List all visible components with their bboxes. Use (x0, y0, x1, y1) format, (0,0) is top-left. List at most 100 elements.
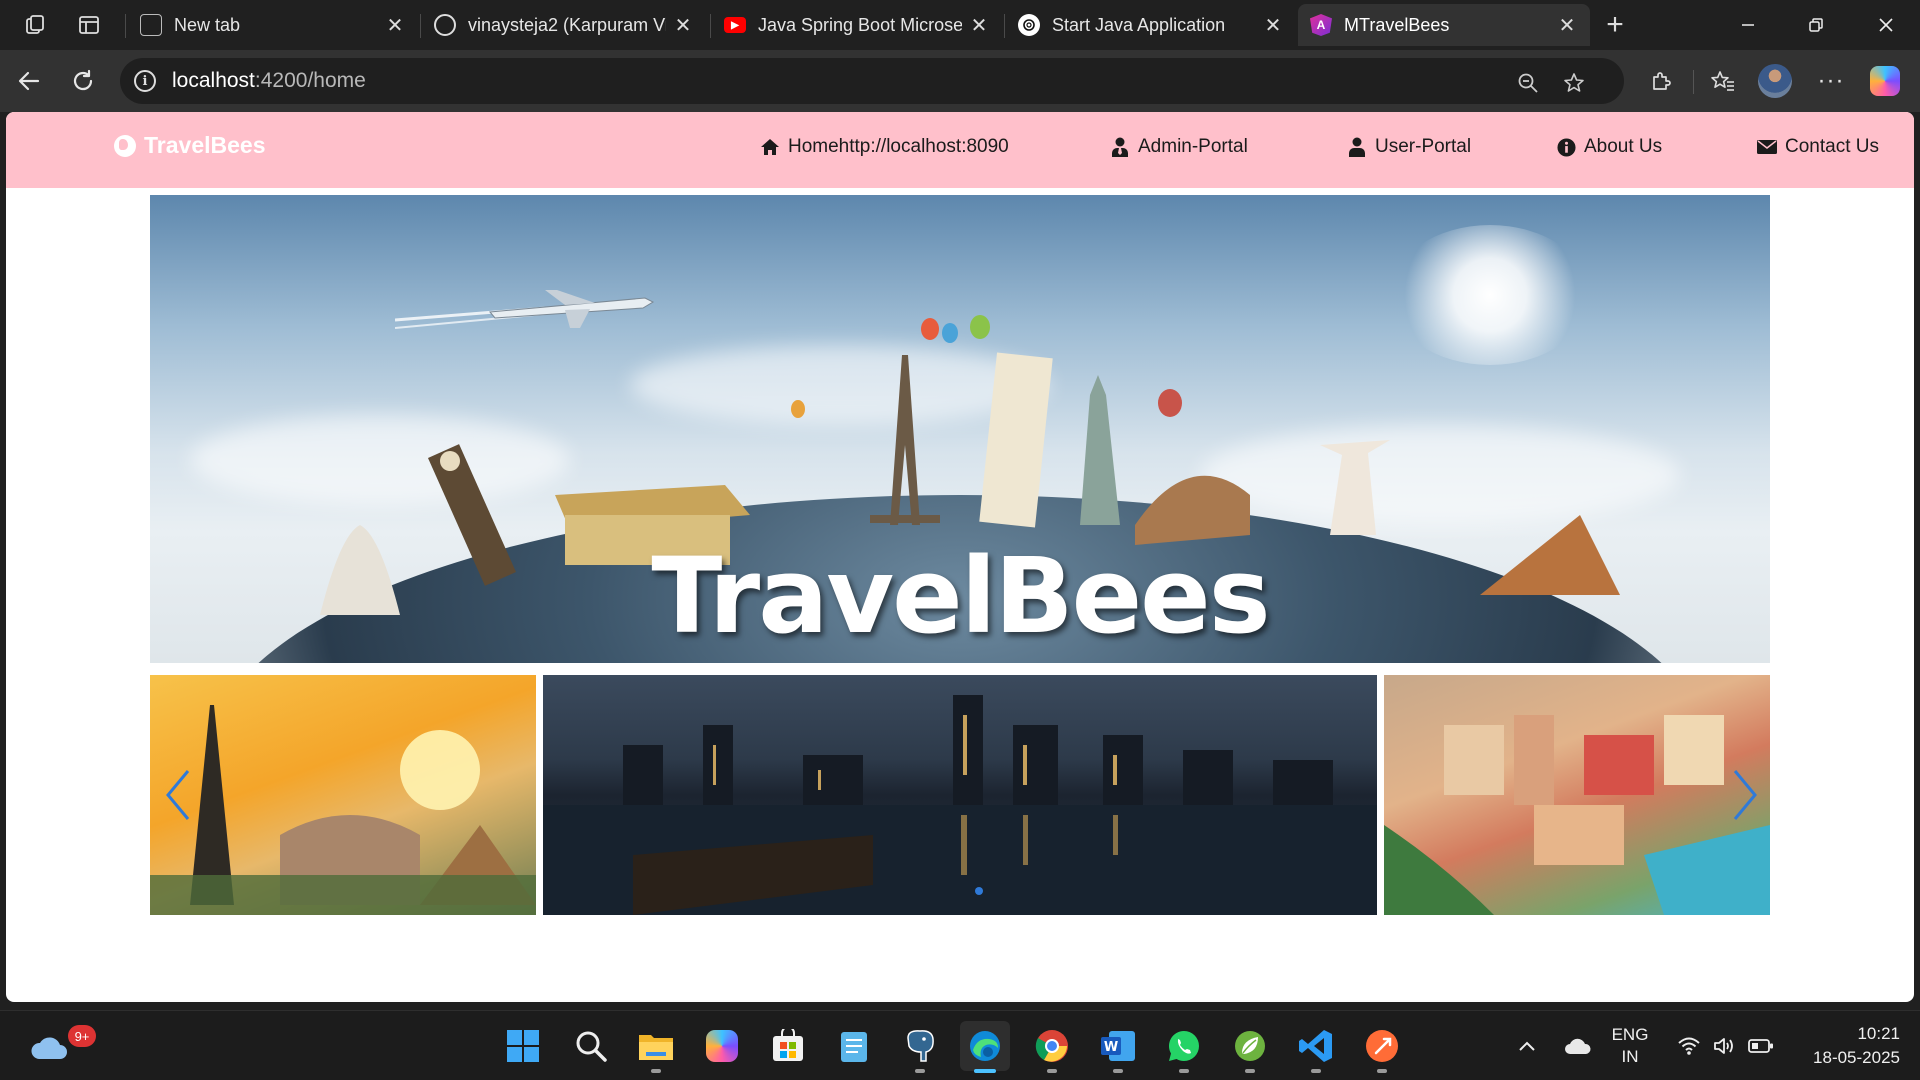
notepad-icon (841, 1032, 867, 1062)
language-region: IN (1621, 1047, 1639, 1066)
app-navbar: TravelBees Homehttp://localhost:8090 Adm… (6, 112, 1914, 188)
svg-text:W: W (1104, 1040, 1118, 1055)
postman-icon (1366, 1030, 1398, 1062)
brand-link[interactable]: TravelBees (114, 132, 265, 159)
tab-new-tab[interactable]: New tab ✕ (128, 4, 418, 46)
restore-button[interactable] (1788, 6, 1844, 44)
vscode-button[interactable] (1291, 1021, 1341, 1073)
tab-mtravelbees[interactable]: A MTravelBees ✕ (1298, 4, 1590, 46)
clock-date: 18-05-2025 (1813, 1048, 1900, 1067)
postgresql-elephant-icon (907, 1030, 934, 1062)
spring-tools-button[interactable] (1225, 1021, 1275, 1073)
tab-chatgpt[interactable]: Start Java Application ✕ (1006, 4, 1296, 46)
nav-admin-portal[interactable]: Admin-Portal (1110, 136, 1248, 158)
tab-close-icon[interactable]: ✕ (672, 13, 694, 38)
address-bar[interactable]: i localhost:4200/home (120, 58, 1624, 104)
carousel-indicator[interactable] (975, 887, 983, 895)
folder-icon (639, 1035, 673, 1060)
tab-title: New tab (174, 14, 241, 35)
tab-close-icon[interactable]: ✕ (384, 13, 406, 38)
url-text[interactable]: localhost:4200/home (172, 69, 366, 93)
browser-tab-strip: New tab ✕ vinaysteja2 (Karpuram Vi ✕ ▶ J… (0, 0, 1920, 50)
zoom-icon[interactable] (1514, 69, 1542, 97)
word-button[interactable]: W (1093, 1021, 1143, 1073)
favorite-star-icon[interactable] (1560, 69, 1588, 97)
vscode-icon (1299, 1030, 1332, 1062)
minimize-button[interactable] (1720, 6, 1776, 44)
carousel-prev-button[interactable] (158, 765, 198, 825)
profile-avatar[interactable] (1756, 62, 1794, 100)
nav-user-portal[interactable]: User-Portal (1347, 136, 1471, 158)
tab-title: vinaysteja2 (Karpuram Vi (468, 14, 666, 35)
weather-widget[interactable]: 9+ (24, 1021, 96, 1071)
extensions-icon[interactable] (1642, 62, 1680, 100)
workspaces-icon[interactable] (18, 8, 52, 42)
tab-github[interactable]: vinaysteja2 (Karpuram Vi ✕ (422, 4, 706, 46)
word-icon: W (1101, 1031, 1135, 1061)
angular-icon: A (1310, 14, 1332, 36)
more-options-icon[interactable]: ··· (1812, 62, 1850, 100)
chevron-up-icon (1519, 1041, 1535, 1051)
back-button[interactable] (10, 62, 48, 100)
search-button[interactable] (566, 1021, 616, 1071)
tab-close-icon[interactable]: ✕ (1262, 13, 1284, 38)
chatgpt-icon (1018, 14, 1040, 36)
notepad-button[interactable] (829, 1021, 879, 1071)
close-window-button[interactable] (1858, 6, 1914, 44)
store-icon (773, 1029, 803, 1061)
battery-icon[interactable] (1744, 1011, 1778, 1080)
nav-about-us[interactable]: About Us (1556, 136, 1662, 158)
carousel-slide-skyline (543, 675, 1377, 915)
onedrive-icon[interactable] (1558, 1011, 1598, 1080)
nav-home[interactable]: Homehttp://localhost:8090 (760, 136, 1009, 158)
user-tie-icon (1110, 137, 1130, 157)
tab-youtube[interactable]: ▶ Java Spring Boot Microse ✕ (712, 4, 1002, 46)
landmarks-sunset-image (150, 705, 536, 915)
city-skyline-image (543, 695, 1377, 915)
image-carousel (150, 675, 1770, 915)
nav-user-label: User-Portal (1375, 136, 1472, 157)
clock[interactable]: 10:21 18-05-2025 (1790, 1011, 1900, 1080)
tab-title: Java Spring Boot Microse (758, 14, 962, 35)
volume-icon[interactable] (1708, 1011, 1742, 1080)
windows-taskbar: 9+ W ENG IN 10:21 18-05-2025 (0, 1010, 1920, 1080)
vertical-tabs-icon[interactable] (72, 8, 106, 42)
clock-time: 10:21 (1857, 1024, 1900, 1043)
file-explorer-button[interactable] (631, 1021, 681, 1073)
edge-icon (970, 1031, 1000, 1061)
edge-button[interactable] (960, 1021, 1010, 1073)
whatsapp-button[interactable] (1159, 1021, 1209, 1073)
site-info-icon[interactable]: i (134, 70, 156, 92)
youtube-icon: ▶ (724, 17, 746, 33)
browser-toolbar: i localhost:4200/home ··· (0, 50, 1920, 112)
wifi-icon[interactable] (1672, 1011, 1706, 1080)
favorites-icon[interactable] (1704, 62, 1742, 100)
chrome-button[interactable] (1027, 1021, 1077, 1073)
tab-close-icon[interactable]: ✕ (1556, 13, 1578, 38)
show-hidden-icons-button[interactable] (1510, 1011, 1544, 1080)
nav-home-label: Homehttp://localhost:8090 (788, 136, 1009, 157)
language-indicator[interactable]: ENG IN (1606, 1011, 1654, 1080)
copilot-icon[interactable] (1866, 62, 1904, 100)
copilot-app-button[interactable] (697, 1021, 747, 1071)
carousel-next-button[interactable] (1725, 765, 1765, 825)
postgresql-button[interactable] (895, 1021, 945, 1073)
nav-about-label: About Us (1584, 136, 1663, 157)
start-button[interactable] (498, 1021, 548, 1071)
copilot-app-icon (706, 1030, 738, 1062)
github-icon (434, 14, 456, 36)
refresh-button[interactable] (64, 62, 102, 100)
nav-contact-us[interactable]: Contact Us (1757, 136, 1879, 158)
page-viewport: TravelBees Homehttp://localhost:8090 Adm… (6, 112, 1914, 1002)
weather-cloud-icon (31, 1037, 67, 1059)
postman-button[interactable] (1357, 1021, 1407, 1073)
carousel-slide-village (1384, 675, 1770, 915)
new-tab-button[interactable]: + (1598, 8, 1632, 42)
tab-close-icon[interactable]: ✕ (968, 13, 990, 38)
brand-name: TravelBees (144, 132, 266, 158)
tab-title: Start Java Application (1052, 14, 1226, 35)
microsoft-store-button[interactable] (763, 1021, 813, 1071)
info-circle-icon (1556, 137, 1576, 157)
hero-title: TravelBees (651, 535, 1270, 657)
chrome-icon (1035, 1030, 1068, 1062)
